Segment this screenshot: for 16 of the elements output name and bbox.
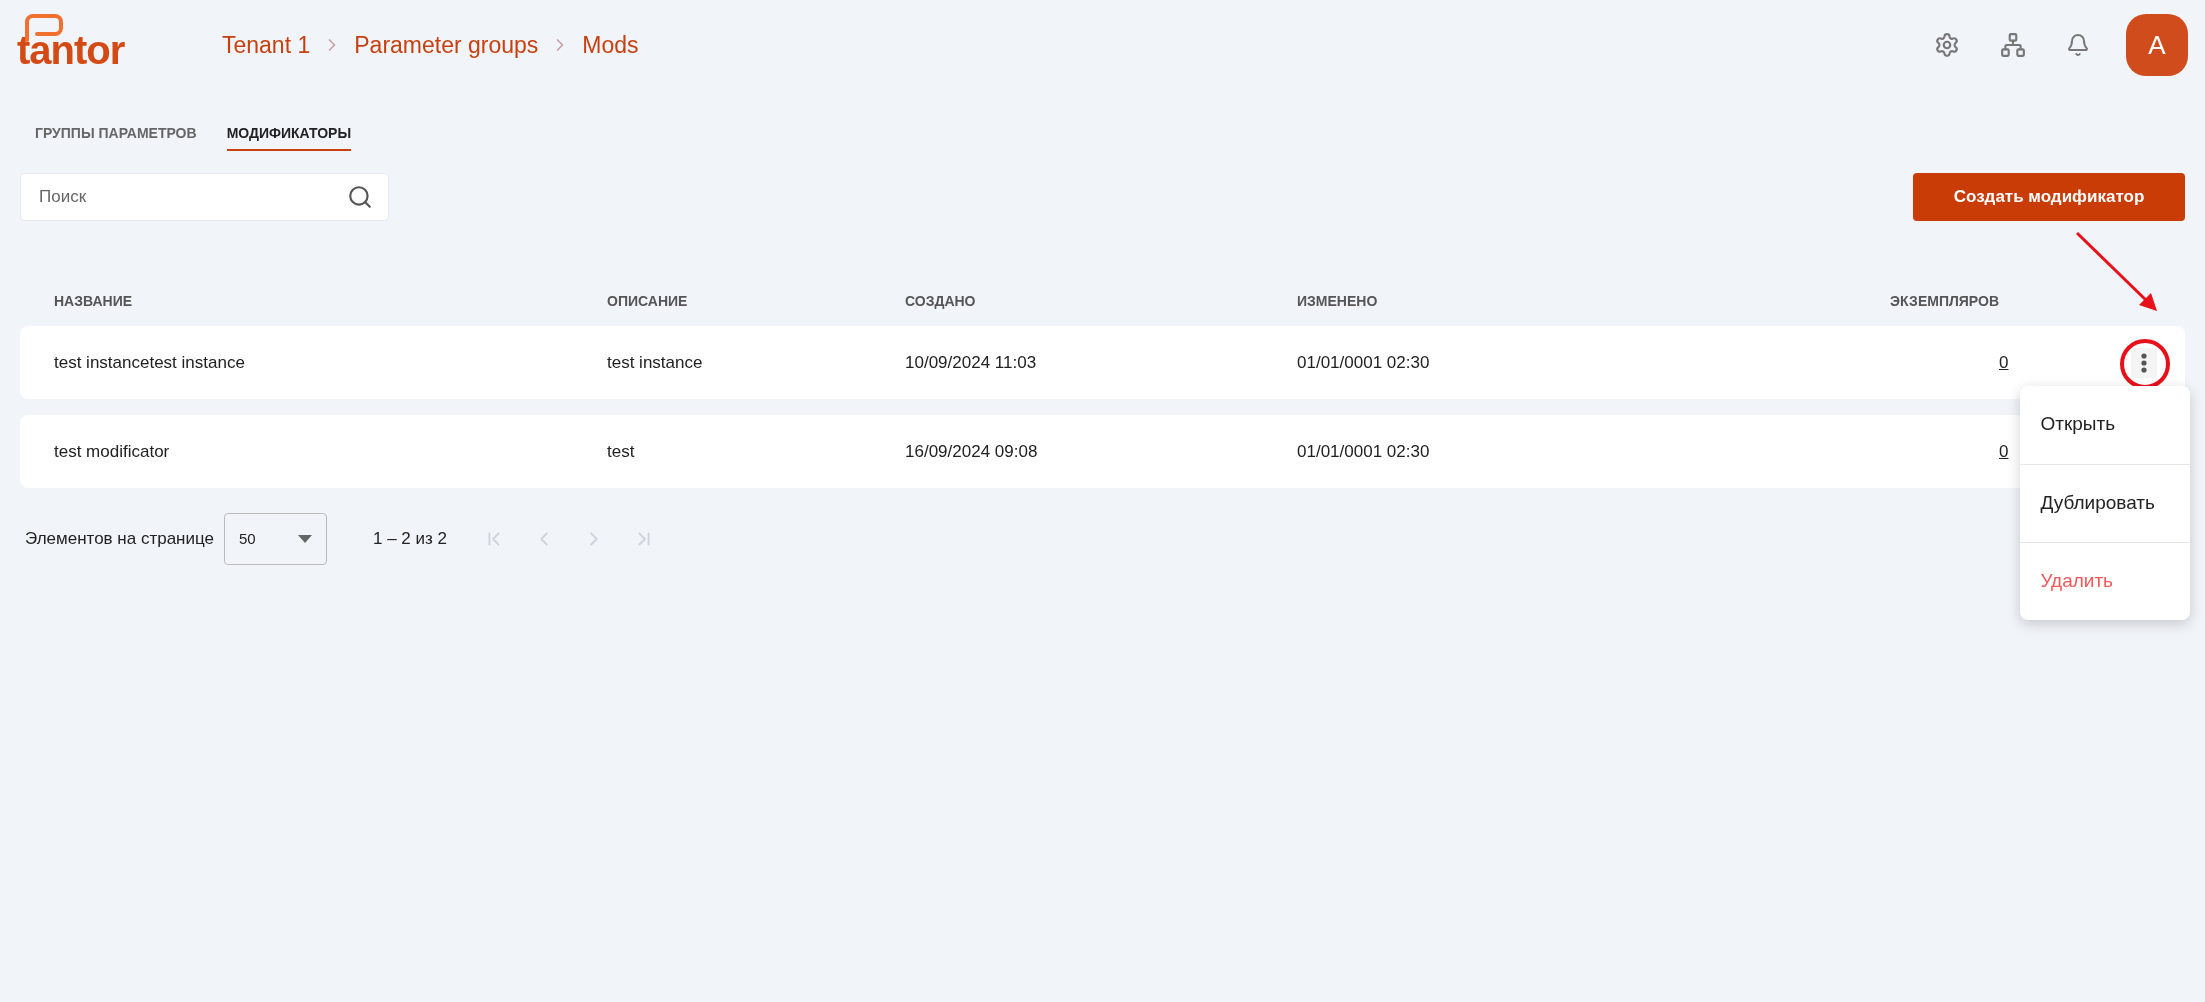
column-header: СОЗДАНО	[905, 291, 977, 311]
table-cell-text: test instance	[607, 351, 704, 374]
page-range: 1 – 2 из 2	[373, 528, 448, 551]
column-header: ИЗМЕНЕНО	[1297, 291, 1378, 311]
column-header: НАЗВАНИЕ	[54, 291, 134, 311]
table-cell-text: 16/09/2024 09:08	[905, 440, 1039, 463]
column-header: ОПИСАНИЕ	[607, 291, 689, 311]
page-size-label: Элементов на странице	[25, 528, 214, 551]
table-cell-text: 01/01/0001 02:30	[1297, 440, 1431, 463]
table-cell-text: 10/09/2024 11:03	[905, 351, 1038, 374]
table-cell-text: test modificator	[54, 440, 171, 463]
table-cell-text: 01/01/0001 02:30	[1297, 351, 1431, 374]
table-cell-text: test	[607, 440, 636, 463]
column-header: ЭКЗЕМПЛЯРОВ	[1890, 291, 1999, 311]
logo: tantor	[17, 30, 125, 70]
table-cell-text: test instancetest instance	[54, 351, 246, 374]
